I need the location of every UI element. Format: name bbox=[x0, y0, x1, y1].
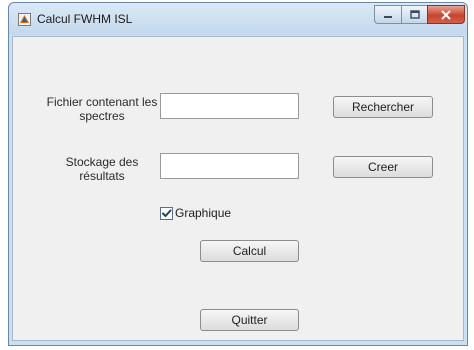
minimize-button[interactable] bbox=[374, 5, 401, 24]
create-button[interactable]: Creer bbox=[333, 156, 433, 178]
minimize-icon bbox=[384, 15, 392, 18]
calc-button[interactable]: Calcul bbox=[200, 240, 299, 262]
graph-checkbox[interactable]: Graphique bbox=[160, 206, 231, 220]
window-title: Calcul FWHM ISL bbox=[37, 12, 133, 26]
close-button[interactable] bbox=[427, 5, 465, 24]
checkbox-box[interactable] bbox=[160, 206, 173, 220]
figure-client-area: Fichier contenant les spectres Recherche… bbox=[12, 36, 464, 341]
title-bar[interactable]: Calcul FWHM ISL bbox=[9, 3, 467, 35]
maximize-button[interactable] bbox=[401, 5, 427, 24]
graph-checkbox-label: Graphique bbox=[175, 206, 232, 220]
browse-button[interactable]: Rechercher bbox=[333, 96, 433, 118]
maximize-icon bbox=[409, 10, 420, 19]
close-icon bbox=[441, 10, 451, 19]
quit-button[interactable]: Quitter bbox=[200, 309, 299, 331]
file-label: Fichier contenant les spectres bbox=[46, 95, 158, 123]
matlab-figure-icon bbox=[18, 13, 31, 26]
storage-input[interactable] bbox=[160, 153, 299, 179]
checkmark-icon bbox=[162, 209, 172, 217]
figure-window: Calcul FWHM ISL Fichier contenant les sp… bbox=[8, 2, 468, 346]
file-input[interactable] bbox=[160, 93, 299, 119]
storage-label: Stockage des résultats bbox=[65, 155, 139, 183]
